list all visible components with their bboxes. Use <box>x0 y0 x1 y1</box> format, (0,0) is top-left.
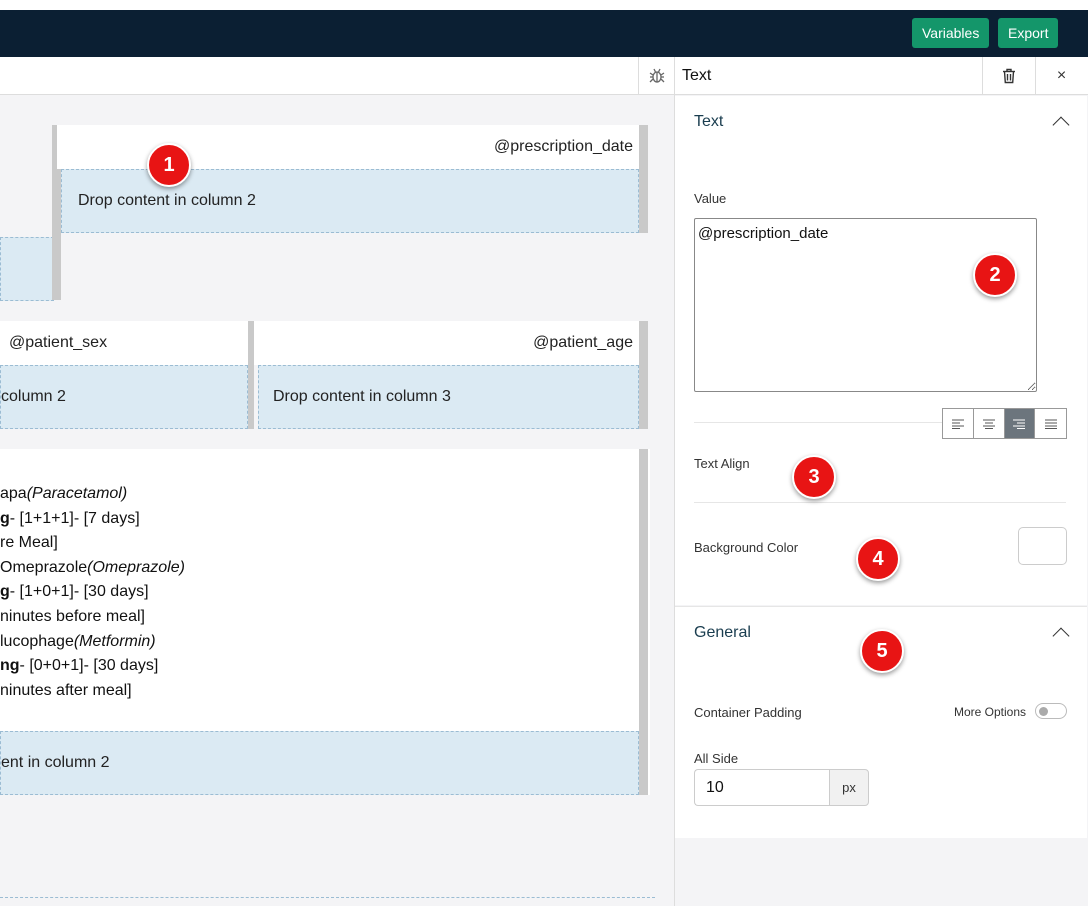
more-options-toggle[interactable] <box>1035 703 1067 719</box>
rx-line: g- [1+0+1]- [30 days] <box>0 583 149 601</box>
rx-line: lucophage(Metformin) <box>0 632 156 650</box>
dropzone-row1-col1[interactable] <box>0 237 54 301</box>
rx-line: ninutes after meal] <box>0 681 132 699</box>
align-center-button[interactable] <box>973 409 1005 438</box>
delete-button[interactable] <box>982 57 1034 95</box>
export-button[interactable]: Export <box>998 18 1059 48</box>
align-right-button[interactable] <box>1004 409 1036 438</box>
column-resize-handle[interactable] <box>639 125 648 233</box>
chevron-up-icon[interactable] <box>1052 116 1070 134</box>
rx-line: apa(Paracetamol) <box>0 485 128 502</box>
rx-line: Omeprazole(Omeprazole) <box>0 558 185 576</box>
container-padding-label: Container Padding <box>694 705 802 720</box>
column-resize-handle[interactable] <box>639 449 648 795</box>
canvas-row-2[interactable]: @patient_sex column 2 @patient_age Drop … <box>0 321 650 429</box>
all-side-input[interactable] <box>694 769 829 806</box>
rx-line: ng- [0+0+1]- [30 days] <box>0 657 159 675</box>
more-options-label: More Options <box>954 705 1027 719</box>
annotation-badge-4: 4 <box>856 537 900 581</box>
align-justify-button[interactable] <box>1035 409 1066 438</box>
align-center-icon <box>982 419 995 429</box>
background-color-picker[interactable] <box>1018 527 1067 565</box>
annotation-badge-2: 2 <box>973 253 1017 297</box>
all-side-label: All Side <box>694 751 739 766</box>
unit-label: px <box>829 769 869 806</box>
align-justify-icon <box>1044 419 1057 429</box>
properties-panel: Text × Text Value Text Align <box>674 57 1088 906</box>
top-bar: Variables Export <box>0 10 1088 57</box>
dropzone-row2-col3[interactable]: Drop content in column 3 <box>258 365 639 429</box>
rx-line: ninutes before meal] <box>0 607 145 625</box>
bug-icon <box>649 68 664 83</box>
rx-line: re Meal] <box>0 534 58 552</box>
annotation-badge-3: 3 <box>792 455 836 499</box>
align-left-icon <box>951 419 964 429</box>
annotation-badge-1: 1 <box>147 143 191 187</box>
variables-button[interactable]: Variables <box>912 18 990 48</box>
editor-canvas: @prescription_date Drop content in colum… <box>0 95 674 906</box>
canvas-toolbar <box>0 57 674 95</box>
rx-line: g- [1+1+1]- [7 days] <box>0 509 140 527</box>
prescription-date-text[interactable]: @prescription_date <box>57 125 639 169</box>
value-textarea[interactable] <box>694 218 1037 392</box>
value-label: Value <box>694 191 727 206</box>
patient-sex-text[interactable]: @patient_sex <box>0 321 248 365</box>
dropzone-row2-col2[interactable]: column 2 <box>0 365 248 429</box>
panel-header: Text × <box>675 57 1088 95</box>
debug-toggle-button[interactable] <box>638 57 674 95</box>
annotation-badge-5: 5 <box>860 629 904 673</box>
text-section-title[interactable]: Text <box>694 113 723 131</box>
column-resize-handle[interactable] <box>639 321 648 429</box>
align-right-icon <box>1013 419 1026 429</box>
toggle-knob <box>1039 707 1048 716</box>
canvas-row-1[interactable]: @prescription_date Drop content in colum… <box>0 125 650 301</box>
text-section: Text Value Text Align Background Color <box>675 96 1087 605</box>
panel-title: Text <box>682 67 712 84</box>
general-section-title[interactable]: General <box>694 624 751 642</box>
divider <box>694 502 1066 503</box>
text-align-label: Text Align <box>694 456 750 471</box>
chevron-up-icon[interactable] <box>1052 627 1070 645</box>
dropzone-row3-col2[interactable]: ent in column 2 <box>0 731 639 795</box>
trash-icon <box>1002 68 1015 84</box>
row-boundary <box>0 897 655 898</box>
background-color-label: Background Color <box>694 540 799 555</box>
close-button[interactable]: × <box>1035 57 1087 95</box>
close-icon: × <box>1056 67 1067 84</box>
dropzone-row1-col2[interactable]: Drop content in column 2 <box>61 169 639 233</box>
text-align-group <box>942 408 1067 439</box>
prescription-list[interactable]: apa(Paracetamol) g- [1+1+1]- [7 days] re… <box>0 482 640 703</box>
patient-age-text[interactable]: @patient_age <box>254 321 639 365</box>
align-left-button[interactable] <box>943 409 974 438</box>
canvas-row-3[interactable]: apa(Paracetamol) g- [1+1+1]- [7 days] re… <box>0 449 650 795</box>
